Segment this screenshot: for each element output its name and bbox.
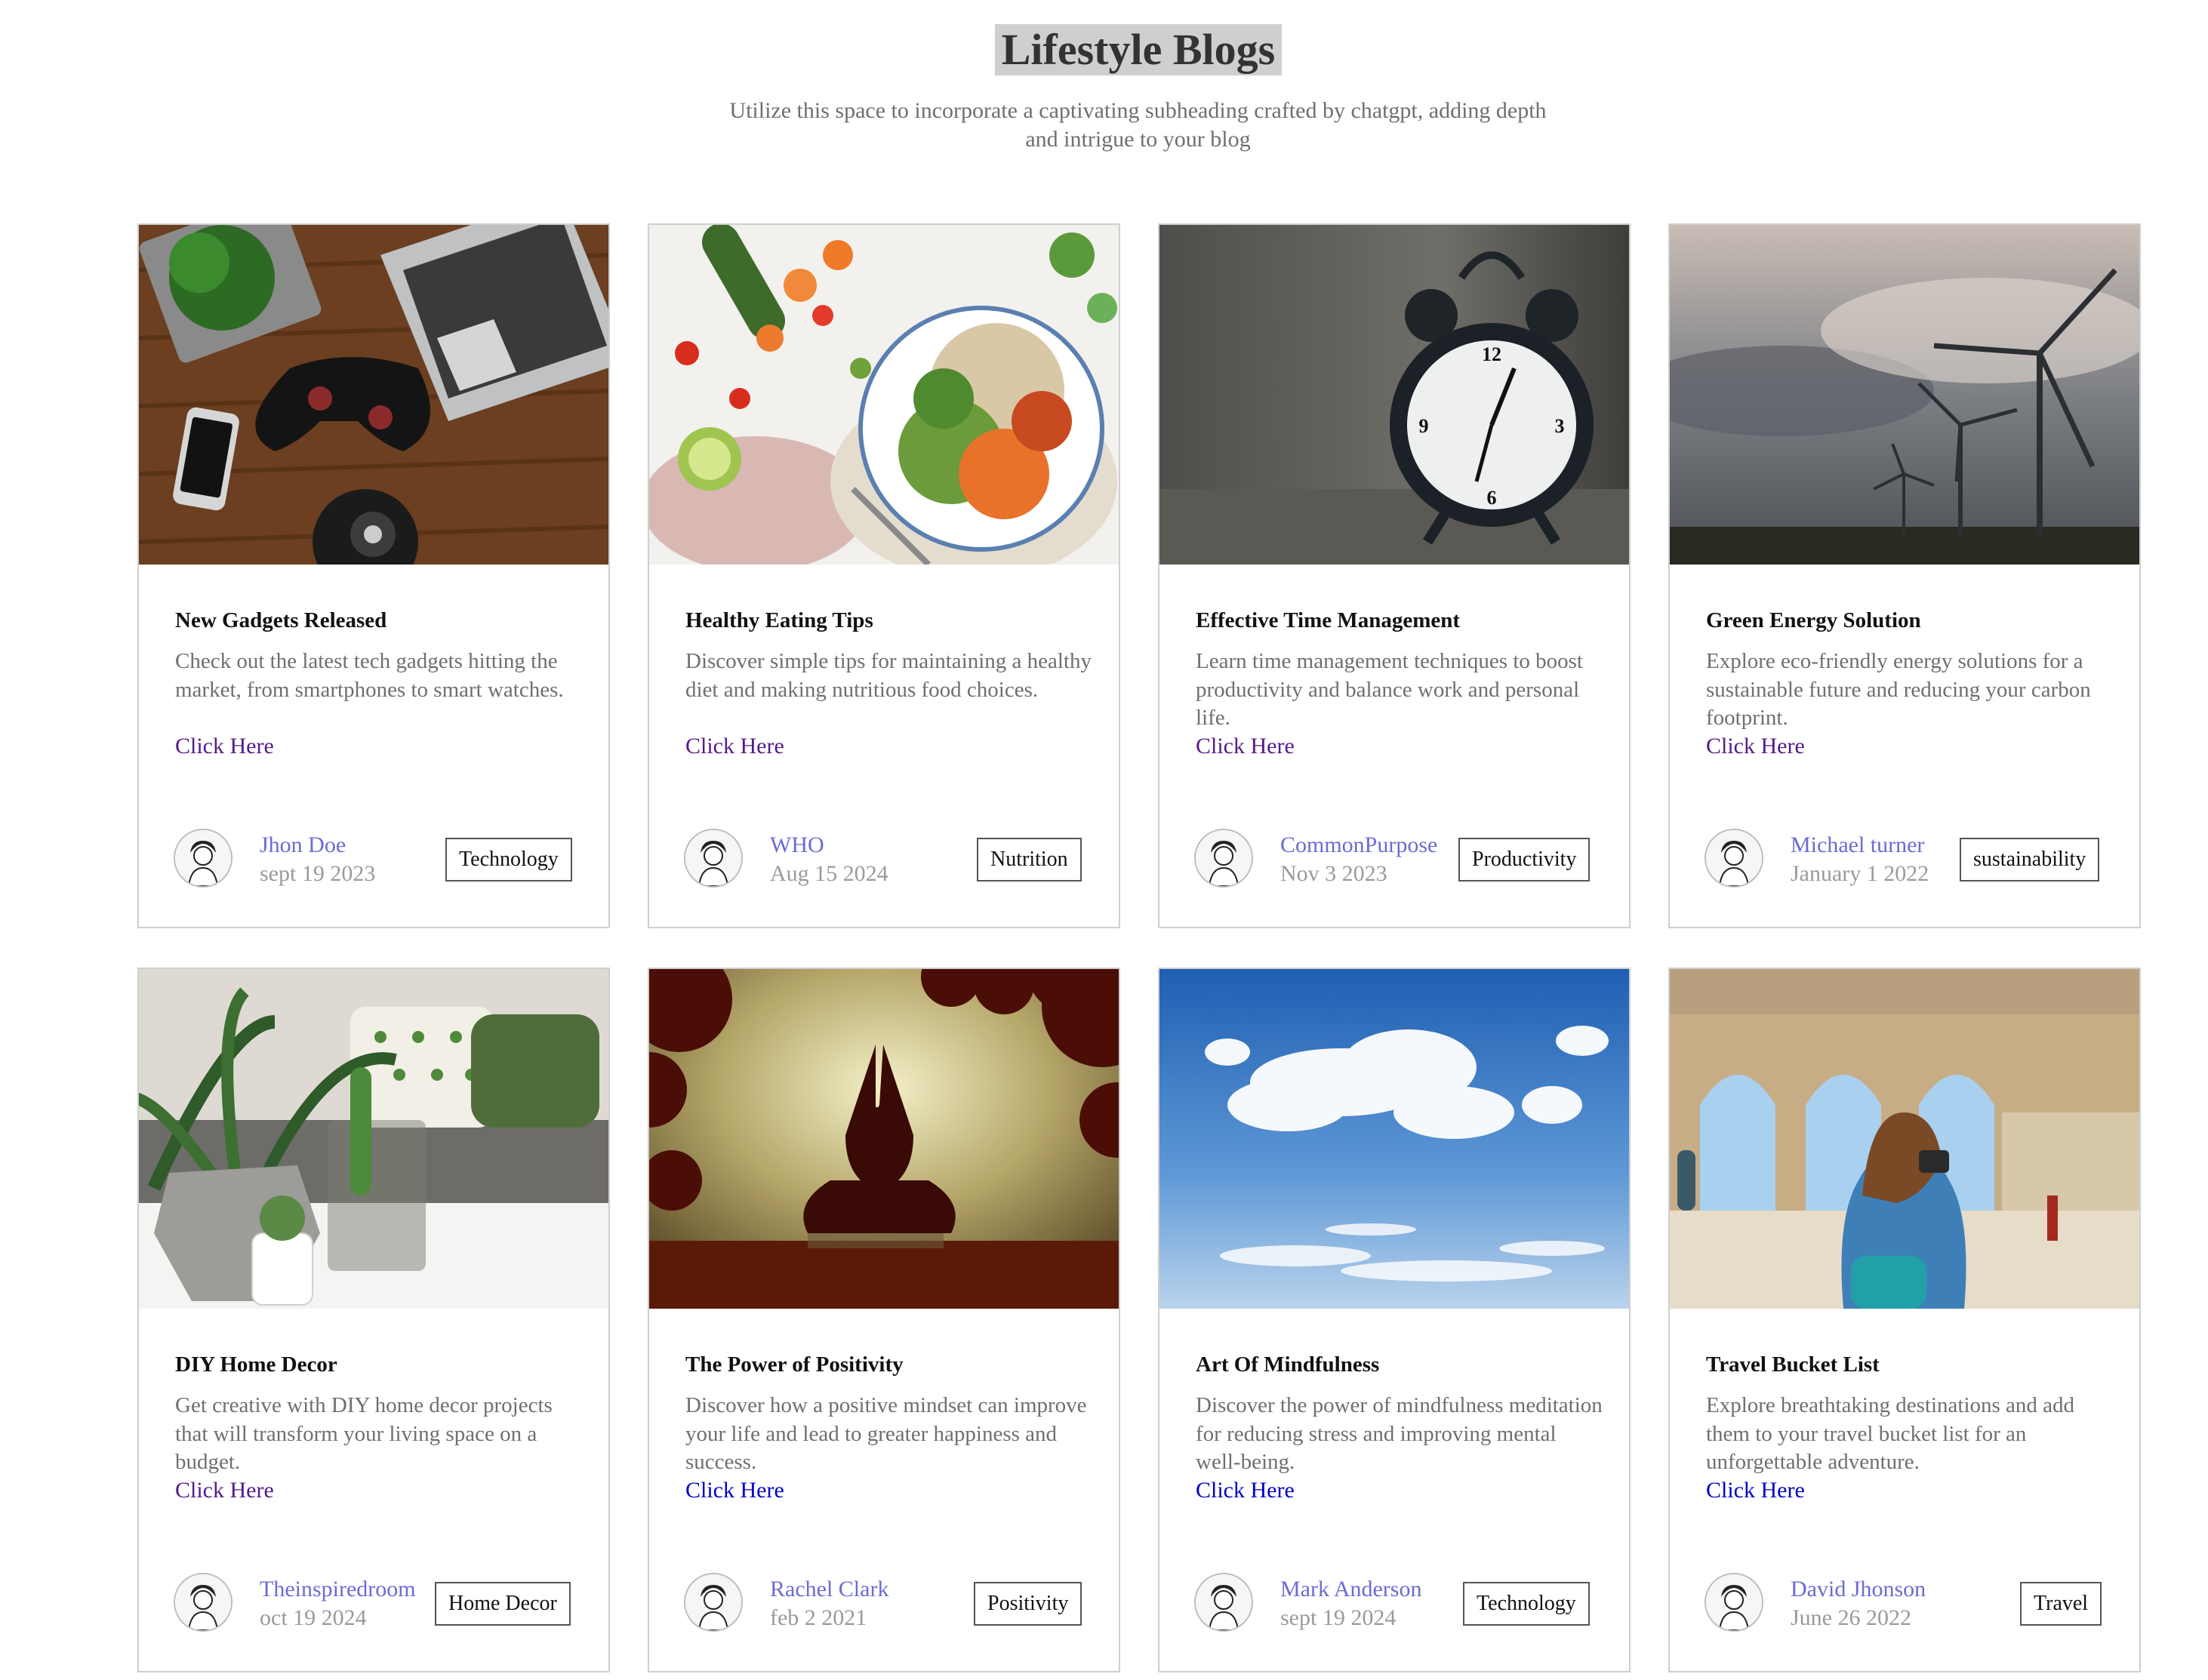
card-description: Explore breathtaking destinations and ad… [1706, 1393, 2075, 1474]
click-here-link[interactable]: Click Here [1196, 732, 1295, 760]
click-here-link[interactable]: Click Here [1706, 732, 1805, 760]
author-name[interactable]: CommonPurpose [1280, 832, 1437, 859]
card-title: Effective Time Management [1196, 608, 1461, 632]
svg-text:9: 9 [1419, 415, 1429, 437]
click-here-link[interactable]: Click Here [175, 732, 274, 760]
blog-card: Healthy Eating Tips Discover simple tips… [648, 223, 1120, 928]
card-description: Check out the latest tech gadgets hittin… [175, 649, 564, 702]
card-description: Explore eco-friendly energy solutions fo… [1706, 649, 2091, 730]
click-here-link[interactable]: Click Here [1196, 1476, 1295, 1504]
category-tag[interactable]: Home Decor [435, 1582, 571, 1626]
wind-turbines-photo [1670, 225, 2139, 565]
card-description: Get creative with DIY home decor project… [175, 1393, 553, 1474]
svg-text:12: 12 [1482, 343, 1501, 365]
avatar [1705, 1573, 1763, 1632]
avatar [1194, 1573, 1253, 1632]
author-name[interactable]: David Jhonson [1791, 1576, 1926, 1603]
card-description: Discover how a positive mindset can impr… [685, 1393, 1087, 1474]
avatar [1194, 829, 1253, 888]
post-date: Nov 3 2023 [1280, 861, 1387, 886]
avatar [684, 1573, 743, 1632]
author-name[interactable]: WHO [770, 832, 824, 859]
blog-card: The Power of Positivity Discover how a p… [648, 968, 1120, 1672]
blog-card: DIY Home Decor Get creative with DIY hom… [137, 968, 610, 1672]
card-title: DIY Home Decor [175, 1352, 337, 1377]
card-description: Discover the power of mindfulness medita… [1196, 1393, 1603, 1474]
page-title: Lifestyle Blogs [995, 24, 1282, 75]
alarm-clock-photo: 12 3 6 9 [1159, 225, 1629, 565]
click-here-link[interactable]: Click Here [685, 1476, 784, 1504]
page-subtitle: Utilize this space to incorporate a capt… [729, 98, 1547, 152]
post-date: January 1 2022 [1791, 861, 1929, 886]
avatar [684, 829, 743, 888]
card-title: Green Energy Solution [1706, 608, 1921, 632]
avatar [1705, 829, 1763, 888]
healthy-food-bowl-photo [649, 225, 1119, 565]
post-date: oct 19 2024 [260, 1605, 367, 1630]
category-tag[interactable]: Nutrition [977, 838, 1082, 882]
blog-card: 12 3 6 9 Effective Time Management Learn… [1158, 223, 1631, 928]
clouds-sky-photo [1159, 969, 1629, 1309]
meditation-sunset-photo [649, 969, 1119, 1309]
post-date: sept 19 2024 [1280, 1605, 1397, 1630]
card-title: New Gadgets Released [175, 608, 387, 632]
card-description: Learn time management techniques to boos… [1196, 649, 1583, 730]
avatar [174, 1573, 233, 1632]
post-date: feb 2 2021 [770, 1605, 867, 1630]
author-name[interactable]: Jhon Doe [260, 832, 346, 859]
click-here-link[interactable]: Click Here [685, 732, 784, 760]
blog-card: Green Energy Solution Explore eco-friend… [1668, 223, 2141, 928]
post-date: Aug 15 2024 [770, 861, 888, 886]
card-title: Art Of Mindfulness [1196, 1352, 1380, 1377]
category-tag[interactable]: Technology [1463, 1582, 1590, 1626]
post-date: sept 19 2023 [260, 861, 376, 886]
author-name[interactable]: Michael turner [1791, 832, 1924, 859]
blog-card: New Gadgets Released Check out the lates… [137, 223, 610, 928]
post-date: June 26 2022 [1791, 1605, 1911, 1630]
author-name[interactable]: Theinspiredroom [260, 1576, 416, 1603]
author-name[interactable]: Rachel Clark [770, 1576, 888, 1603]
blog-card: Art Of Mindfulness Discover the power of… [1158, 968, 1631, 1672]
home-decor-plants-photo [139, 969, 608, 1309]
author-name[interactable]: Mark Anderson [1280, 1576, 1421, 1603]
avatar [174, 829, 233, 888]
click-here-link[interactable]: Click Here [1706, 1476, 1805, 1504]
category-tag[interactable]: Travel [2020, 1582, 2102, 1626]
category-tag[interactable]: sustainability [1960, 838, 2100, 882]
card-title: The Power of Positivity [685, 1352, 904, 1377]
click-here-link[interactable]: Click Here [175, 1476, 274, 1504]
category-tag[interactable]: Positivity [974, 1582, 1082, 1626]
gadgets-desk-photo [139, 225, 608, 565]
card-description: Discover simple tips for maintaining a h… [685, 649, 1092, 702]
svg-text:6: 6 [1487, 487, 1497, 509]
svg-text:3: 3 [1555, 415, 1565, 437]
blog-card: Travel Bucket List Explore breathtaking … [1668, 968, 2141, 1672]
card-title: Travel Bucket List [1706, 1352, 1880, 1377]
category-tag[interactable]: Technology [445, 838, 572, 882]
card-title: Healthy Eating Tips [685, 608, 873, 632]
category-tag[interactable]: Productivity [1458, 838, 1591, 882]
travel-arches-photo [1670, 969, 2139, 1309]
